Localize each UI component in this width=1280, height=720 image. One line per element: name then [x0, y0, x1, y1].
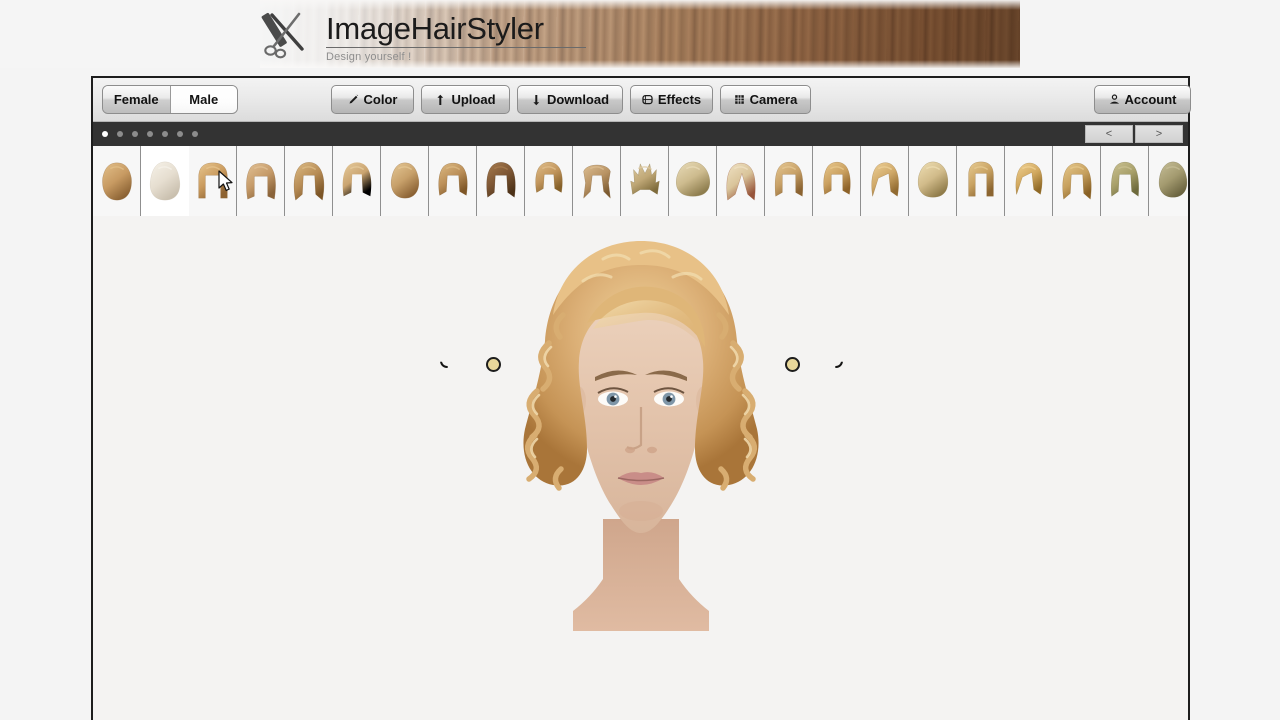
page-dot-1[interactable]	[102, 131, 108, 137]
hairstyle-icon	[101, 162, 132, 201]
page-dot-4[interactable]	[147, 131, 153, 137]
pencil-icon	[348, 94, 359, 105]
canvas-stage[interactable]	[93, 216, 1188, 720]
page-dot-6[interactable]	[177, 131, 183, 137]
hairstyle-thumbnail-21[interactable]	[1053, 146, 1101, 216]
hairstyle-thumbnail-1[interactable]	[93, 146, 141, 216]
hairstyle-icon	[917, 161, 948, 198]
hairstyle-icon	[438, 162, 467, 196]
hairstyle-icon	[1015, 162, 1042, 195]
hairstyle-icon	[822, 161, 851, 195]
hairstyle-thumbnail-16[interactable]	[813, 146, 861, 216]
hairstyle-icon	[967, 161, 994, 197]
hairstyle-thumbnail-13[interactable]	[669, 146, 717, 216]
hairstyle-icon	[1062, 162, 1091, 200]
page-dot-2[interactable]	[117, 131, 123, 137]
rotate-handle-top-left[interactable]	[440, 361, 448, 368]
hairstyle-thumbnail-17[interactable]	[861, 146, 909, 216]
brand-divider	[326, 47, 586, 48]
hairstyle-icon	[342, 162, 371, 197]
hairstyle-icon	[486, 162, 515, 198]
rotate-handle-top-right[interactable]	[835, 361, 843, 368]
gender-option-male[interactable]: Male	[170, 86, 237, 113]
hairstyle-icon	[774, 161, 803, 197]
prev-page-button[interactable]: <	[1085, 125, 1133, 143]
hairstyle-thumbnail-6[interactable]	[333, 146, 381, 216]
hairstyle-thumbnail-12[interactable]	[621, 146, 669, 216]
hairstyle-thumbnail-5[interactable]	[285, 146, 333, 216]
next-page-button[interactable]: >	[1135, 125, 1183, 143]
hairstyle-thumbnail-23[interactable]	[1149, 146, 1188, 216]
hairstyle-icon	[1158, 161, 1187, 198]
hairstyle-icon	[675, 161, 710, 197]
arrow-up-icon	[435, 94, 446, 106]
account-button-label: Account	[1124, 92, 1177, 107]
gender-option-female[interactable]: Female	[103, 86, 171, 113]
person-icon	[1109, 94, 1120, 105]
hairstyle-icon	[245, 163, 276, 200]
gender-toggle-group[interactable]: Female Male	[102, 85, 238, 114]
hairstyle-icon	[1110, 161, 1139, 197]
page-dots[interactable]	[99, 122, 198, 146]
effects-shape-icon	[642, 94, 653, 105]
hairstyle-icon	[582, 164, 611, 199]
site-header: ImageHairStyler Design yourself !	[0, 0, 1020, 68]
hairstyle-thumbnail-strip[interactable]	[93, 146, 1188, 216]
arrow-down-icon	[531, 94, 542, 106]
hairstyle-thumbnail-14[interactable]	[717, 146, 765, 216]
hairstyle-icon	[390, 162, 419, 199]
hairstyle-thumbnail-9[interactable]	[477, 146, 525, 216]
page-title: ImageHairStyler	[326, 11, 544, 46]
page-dot-7[interactable]	[192, 131, 198, 137]
hairstyle-thumbnail-3[interactable]	[189, 146, 237, 216]
hairstyle-icon	[534, 161, 563, 193]
hairstyle-thumbnail-8[interactable]	[429, 146, 477, 216]
hairstyle-thumbnail-22[interactable]	[1101, 146, 1149, 216]
page-dot-3[interactable]	[132, 131, 138, 137]
account-button[interactable]: Account	[1094, 85, 1191, 114]
download-button-label: Download	[546, 92, 610, 107]
hairstyle-icon	[870, 162, 899, 197]
brand-block: ImageHairStyler Design yourself !	[326, 12, 596, 63]
hairstyle-thumbnail-11[interactable]	[573, 146, 621, 216]
hairstyle-icon	[629, 163, 660, 195]
upload-button-label: Upload	[451, 92, 496, 107]
hairstyle-thumbnail-7[interactable]	[381, 146, 429, 216]
page-dot-5[interactable]	[162, 131, 168, 137]
hairstyle-thumbnail-20[interactable]	[1005, 146, 1053, 216]
scissors-comb-icon	[258, 8, 314, 60]
hairstyle-icon	[726, 162, 755, 201]
portrait-image[interactable]	[491, 219, 791, 631]
app-root: ImageHairStyler Design yourself ! Female…	[0, 0, 1280, 720]
upload-button[interactable]: Upload	[421, 85, 510, 114]
camera-button[interactable]: Camera	[720, 85, 811, 114]
hairstyle-thumbnail-4[interactable]	[237, 146, 285, 216]
color-button[interactable]: Color	[331, 85, 414, 114]
brand-tagline: Design yourself !	[326, 51, 412, 63]
app-window: Female Male Color Upload Download Effect…	[91, 76, 1191, 720]
header-banner-top-fade	[260, 0, 1020, 10]
hairstyle-thumbnail-2[interactable]	[141, 146, 189, 216]
hairstyle-icon	[197, 162, 228, 199]
camera-grid-icon	[734, 94, 745, 105]
hairstyle-thumbnail-10[interactable]	[525, 146, 573, 216]
style-rail-header: < >	[93, 122, 1188, 146]
download-button[interactable]: Download	[517, 85, 623, 114]
hairstyle-thumbnail-18[interactable]	[909, 146, 957, 216]
color-button-label: Color	[363, 92, 398, 107]
rail-nav: < >	[1085, 125, 1183, 143]
effects-button[interactable]: Effects	[630, 85, 713, 114]
effects-button-label: Effects	[657, 92, 702, 107]
toolbar: Female Male Color Upload Download Effect…	[93, 78, 1191, 122]
hairstyle-icon	[293, 162, 324, 201]
hairstyle-thumbnail-15[interactable]	[765, 146, 813, 216]
hairstyle-thumbnail-19[interactable]	[957, 146, 1005, 216]
camera-button-label: Camera	[749, 92, 798, 107]
hairstyle-icon	[149, 161, 181, 201]
